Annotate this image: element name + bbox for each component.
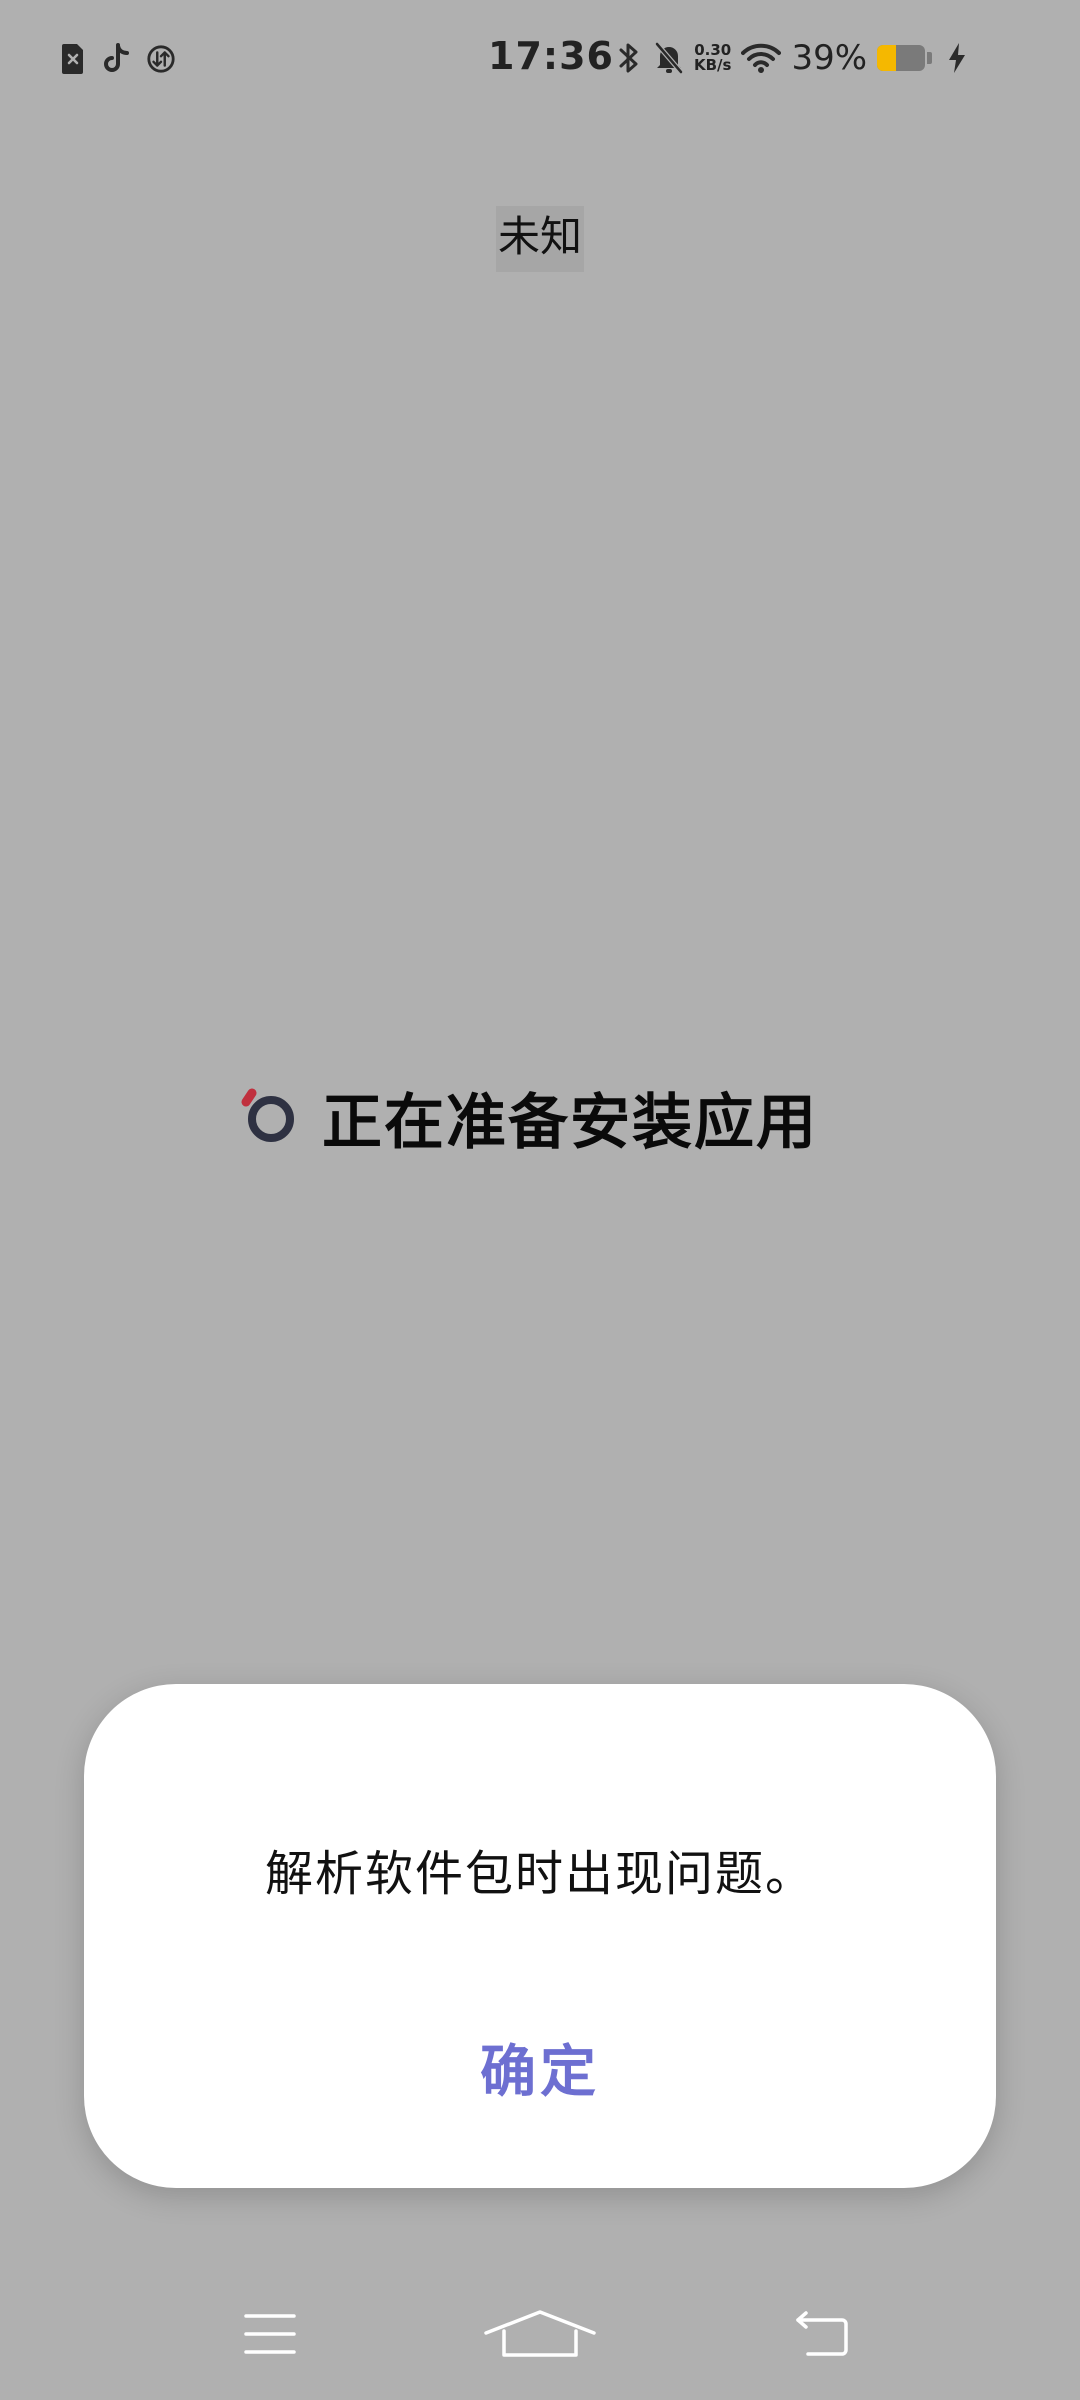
menu-icon bbox=[243, 2312, 297, 2359]
home-button[interactable] bbox=[480, 2290, 600, 2380]
confirm-button[interactable]: 确定 bbox=[440, 2022, 640, 2112]
wifi-icon bbox=[741, 41, 782, 75]
app-name-label: 未知 bbox=[496, 206, 585, 272]
battery-tip bbox=[927, 52, 933, 64]
navigation-bar bbox=[0, 2290, 1080, 2380]
install-status-row: 正在准备安装应用 bbox=[240, 1074, 818, 1161]
battery-icon bbox=[877, 45, 926, 71]
status-bar-notifications bbox=[58, 42, 176, 76]
status-bar: 17:36 0.30 KB/s 39% bbox=[0, 0, 1080, 120]
bluetooth-icon bbox=[614, 41, 644, 75]
sim-error-icon bbox=[58, 42, 88, 76]
installer-screen: 17:36 0.30 KB/s 39% 未知 正在准备安装应用 解析软件包时出现… bbox=[0, 0, 1080, 2400]
back-button[interactable] bbox=[762, 2290, 882, 2380]
data-usage-icon bbox=[146, 42, 176, 76]
network-speed-unit: KB/s bbox=[694, 56, 732, 74]
charging-icon bbox=[942, 41, 972, 75]
battery-percent: 39% bbox=[791, 38, 868, 78]
dialog-message: 解析软件包时出现问题。 bbox=[264, 1846, 815, 1902]
install-status-text: 正在准备安装应用 bbox=[322, 1088, 818, 1158]
status-time: 17:36 bbox=[488, 34, 614, 78]
mute-bell-icon bbox=[654, 41, 684, 75]
loading-spinner-icon bbox=[240, 1086, 298, 1150]
home-icon bbox=[482, 2309, 598, 2362]
status-bar-system: 0.30 KB/s 39% bbox=[614, 38, 972, 78]
back-icon bbox=[794, 2310, 850, 2361]
error-dialog: 解析软件包时出现问题。 确定 bbox=[84, 1684, 996, 2188]
network-speed: 0.30 KB/s bbox=[694, 43, 731, 73]
menu-button[interactable] bbox=[210, 2290, 330, 2380]
battery-level-fill bbox=[877, 45, 896, 71]
tiktok-icon bbox=[102, 42, 132, 76]
